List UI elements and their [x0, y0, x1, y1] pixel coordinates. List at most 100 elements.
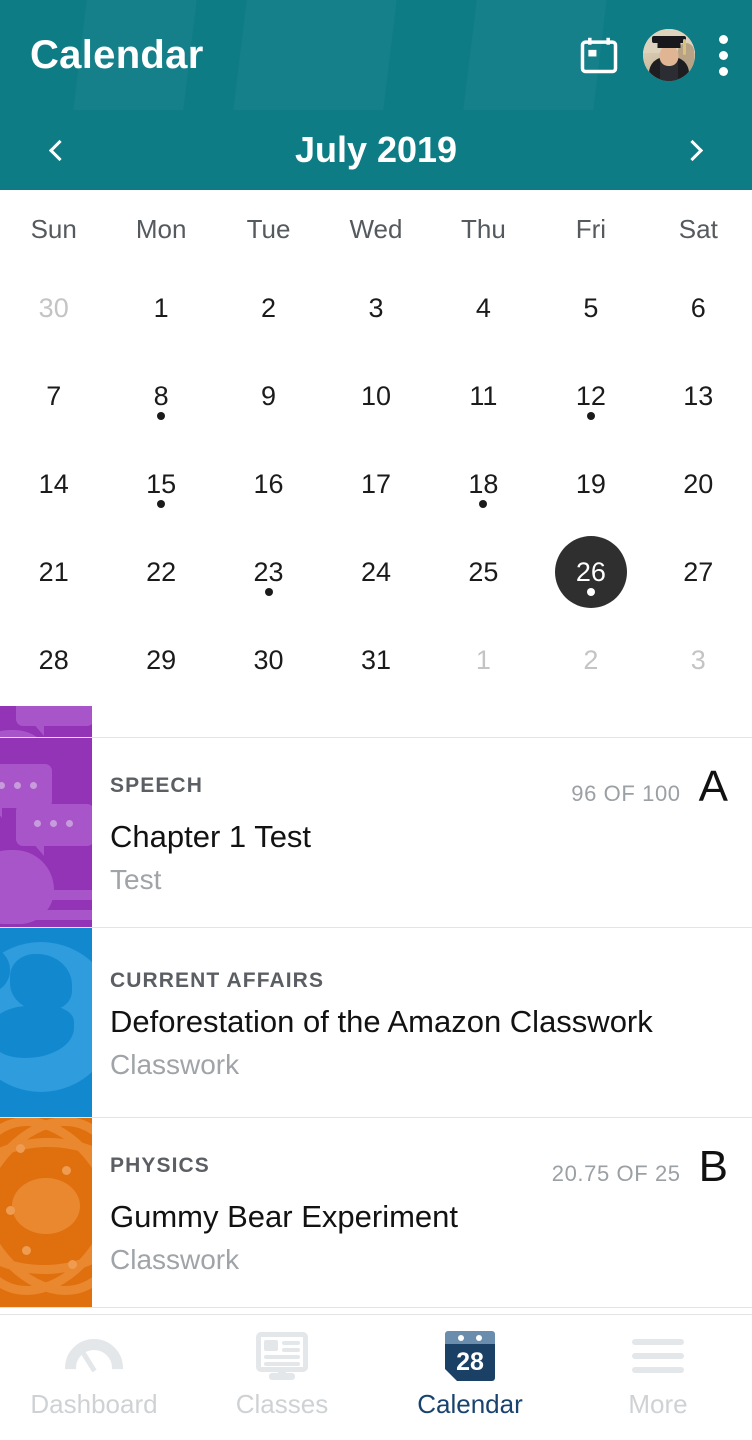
event-score-grade: 20.75 OF 25 B — [551, 1145, 728, 1189]
calendar-day-number: 16 — [233, 448, 305, 520]
calendar-day-cell[interactable]: 6 — [645, 260, 752, 348]
calendar-day-cell[interactable]: 21 — [0, 524, 107, 612]
nav-item-calendar[interactable]: 28 Calendar — [376, 1331, 564, 1417]
monitor-icon — [256, 1331, 308, 1381]
day-number-text: 30 — [38, 292, 69, 323]
event-course-name: SPEECH — [110, 774, 203, 798]
calendar-day-number: 13 — [662, 360, 734, 432]
event-title: Gummy Bear Experiment — [110, 1199, 458, 1235]
bottom-navigation-bar: Dashboard Classes 28 Calendar More — [0, 1314, 752, 1440]
calendar-grid: Sun Mon Tue Wed Thu Fri Sat 30 1 2 3 4 5 6 7 8 9 10 11 12 1… — [0, 190, 752, 706]
calendar-day-cell[interactable]: 4 — [430, 260, 537, 348]
next-month-button[interactable] — [672, 127, 718, 173]
calendar-day-cell[interactable]: 15 — [107, 436, 214, 524]
calendar-day-cell[interactable]: 26 — [537, 524, 644, 612]
calendar-day-cell[interactable]: 28 — [0, 612, 107, 700]
calendar-day-selected: 26 — [554, 536, 627, 608]
day-number-text: 23 — [253, 556, 284, 587]
event-dot — [586, 588, 595, 596]
day-number-text: 4 — [475, 292, 491, 323]
calendar-day-number: 9 — [233, 360, 305, 432]
event-details: CURRENT AFFAIRS Deforestation of the Amaz… — [92, 928, 752, 1117]
calendar-day-cell[interactable]: 3 — [645, 612, 752, 700]
event-list-item[interactable]: CURRENT AFFAIRS Deforestation of the Amaz… — [0, 928, 752, 1118]
event-dot — [264, 588, 273, 596]
nav-item-more[interactable]: More — [564, 1331, 752, 1417]
event-list: SPEECH 96 OF 100 A Chapter 1 Test Test CURREN… — [0, 706, 752, 1308]
calendar-icon[interactable] — [577, 33, 621, 77]
appbar-actions — [577, 29, 730, 81]
calendar-day-cell[interactable]: 16 — [215, 436, 322, 524]
day-number-text: 3 — [368, 292, 384, 323]
gauge-icon — [65, 1331, 123, 1381]
calendar-week-row: 14 15 16 17 18 19 20 — [0, 436, 752, 524]
calendar-day-cell[interactable]: 19 — [537, 436, 644, 524]
event-list-item[interactable]: SPEECH 96 OF 100 A Chapter 1 Test Test — [0, 738, 752, 928]
calendar-day-cell[interactable]: 23 — [215, 524, 322, 612]
nav-item-dashboard[interactable]: Dashboard — [0, 1331, 188, 1417]
weekday-label-fri: Fri — [575, 214, 607, 244]
event-title: Deforestation of the Amazon Classwork — [110, 1004, 653, 1040]
calendar-day-cell[interactable]: 20 — [645, 436, 752, 524]
day-number-text: 20 — [683, 468, 714, 499]
day-number-text: 21 — [38, 556, 69, 587]
nav-label-classes: Classes — [235, 1389, 329, 1419]
event-details: PHYSICS 20.75 OF 25 B Gummy Bear Experiment… — [92, 1118, 752, 1307]
event-header-row: CURRENT AFFAIRS — [110, 963, 728, 992]
day-number-text: 16 — [253, 468, 284, 499]
day-number-text: 7 — [46, 380, 62, 411]
kebab-menu-icon[interactable] — [717, 31, 730, 80]
event-header-row: SPEECH 96 OF 100 A — [110, 762, 728, 812]
previous-month-button[interactable] — [34, 127, 80, 173]
calendar-day-cell[interactable]: 11 — [430, 348, 537, 436]
calendar-day-number: 17 — [340, 448, 412, 520]
day-number-text: 19 — [575, 468, 606, 499]
calendar-day-cell[interactable]: 13 — [645, 348, 752, 436]
day-number-text: 6 — [690, 292, 706, 323]
calendar-day-number: 30 — [233, 624, 305, 696]
calendar-day-number: 5 — [555, 272, 627, 344]
calendar-day-number: 27 — [662, 536, 734, 608]
calendar-day-cell[interactable]: 5 — [537, 260, 644, 348]
calendar-day-cell[interactable]: 1 — [107, 260, 214, 348]
calendar-day-cell[interactable]: 1 — [430, 612, 537, 700]
calendar-day-cell[interactable]: 2 — [215, 260, 322, 348]
calendar-day-cell[interactable]: 31 — [322, 612, 429, 700]
calendar-day-cell[interactable]: 22 — [107, 524, 214, 612]
calendar-day-cell[interactable]: 14 — [0, 436, 107, 524]
calendar-day-cell[interactable]: 17 — [322, 436, 429, 524]
calendar-day-cell[interactable]: 10 — [322, 348, 429, 436]
day-number-text: 24 — [360, 556, 391, 587]
calendar-day-number: 1 — [447, 624, 519, 696]
calendar-day-cell[interactable]: 27 — [645, 524, 752, 612]
weekday-label-wed: Wed — [349, 214, 403, 244]
nav-label-dashboard: Dashboard — [30, 1389, 158, 1419]
event-list-item[interactable]: PHYSICS 20.75 OF 25 B Gummy Bear Experiment… — [0, 1118, 752, 1308]
event-course-name: PHYSICS — [110, 1154, 210, 1178]
calendar-day-cell[interactable]: 18 — [430, 436, 537, 524]
event-grade: A — [698, 762, 728, 812]
atom-thumbnail — [0, 1118, 92, 1307]
calendar-day-cell[interactable]: 8 — [107, 348, 214, 436]
nav-item-classes[interactable]: Classes — [188, 1331, 376, 1417]
calendar-day-cell[interactable]: 12 — [537, 348, 644, 436]
calendar-day-cell[interactable]: 25 — [430, 524, 537, 612]
calendar-day-cell[interactable]: 9 — [215, 348, 322, 436]
calendar-day-cell[interactable]: 7 — [0, 348, 107, 436]
calendar-day-cell[interactable]: 3 — [322, 260, 429, 348]
page-title: Calendar — [30, 33, 204, 77]
weekday-label-sun: Sun — [30, 214, 77, 244]
event-dot — [157, 412, 166, 420]
calendar-day-cell[interactable]: 30 — [0, 260, 107, 348]
list-item-partial[interactable] — [0, 706, 752, 738]
day-number-text: 28 — [38, 644, 69, 675]
calendar-day-cell[interactable]: 24 — [322, 524, 429, 612]
calendar-day-cell[interactable]: 2 — [537, 612, 644, 700]
avatar[interactable] — [643, 29, 695, 81]
calendar-day-cell[interactable]: 29 — [107, 612, 214, 700]
calendar-day-number: 12 — [555, 360, 627, 432]
calendar-day-number: 4 — [447, 272, 519, 344]
event-score: 20.75 OF 25 — [551, 1161, 681, 1187]
calendar-day-number: 14 — [18, 448, 90, 520]
calendar-day-cell[interactable]: 30 — [215, 612, 322, 700]
